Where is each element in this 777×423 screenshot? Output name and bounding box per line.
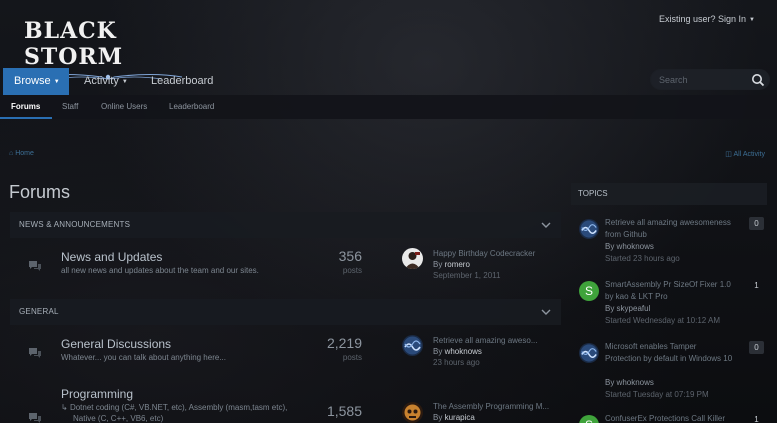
subforum-links[interactable]: Dotnet coding (C#, VB.NET, etc), Assembl… <box>70 403 287 412</box>
topic-title[interactable]: SmartAssembly Pr SizeOf Fixer 1.0 by kao… <box>605 279 733 303</box>
subnav-staff[interactable]: Staff <box>62 95 78 119</box>
subnav-online-users[interactable]: Online Users <box>101 95 147 119</box>
topic-started: Started Wednesday at 10:12 AM <box>605 316 721 325</box>
search-box <box>650 69 770 90</box>
category-label: GENERAL <box>19 307 59 316</box>
all-activity-link[interactable]: ◫ All Activity <box>725 150 765 158</box>
tab-browse-label: Browse <box>14 75 51 87</box>
reply-count-badge: 0 <box>749 217 764 230</box>
topic-title[interactable]: Microsoft enables Tamper Protection by d… <box>605 341 733 365</box>
breadcrumb[interactable]: ⌂ Home <box>9 150 34 157</box>
avatar[interactable]: S <box>579 415 599 423</box>
topic-title[interactable]: Retrieve all amazing awesomeness from Gi… <box>605 217 733 241</box>
tab-browse[interactable]: Browse ▼ <box>3 68 69 95</box>
topic-item: S ConfuserEx Protections Call Killer 1 <box>571 413 767 423</box>
forum-title[interactable]: Programming <box>61 387 133 401</box>
tab-activity-label: Activity <box>84 75 119 87</box>
author-link[interactable]: romero <box>445 260 470 269</box>
active-underline <box>0 117 52 119</box>
avatar[interactable] <box>402 248 423 269</box>
forum-description: all new news and updates about the team … <box>61 266 259 275</box>
tab-activity[interactable]: Activity ▼ <box>73 68 139 95</box>
subforum-arrow-icon: ↳ <box>61 403 68 412</box>
forum-row: News and Updates all new news and update… <box>10 240 561 298</box>
subforum-links-line-2[interactable]: Native (C, C++, VB6, etc) <box>73 413 163 423</box>
chevron-down-icon[interactable] <box>540 220 552 230</box>
sign-in-link[interactable]: Existing user? Sign In ▼ <box>659 14 755 24</box>
subnav-leaderboard[interactable]: Leaderboard <box>169 95 214 119</box>
site-logo[interactable]: BLACK STORM <box>24 18 192 80</box>
by-label: By <box>433 260 443 269</box>
chat-bubble-icon <box>29 261 41 271</box>
main-nav: Browse ▼ Activity ▼ Leaderboard <box>0 68 777 95</box>
last-post-title[interactable]: Happy Birthday Codecracker <box>433 249 535 258</box>
avatar[interactable] <box>579 343 599 363</box>
topic-author[interactable]: By skypeaful <box>605 304 650 313</box>
topic-started: Started 23 hours ago <box>605 254 680 263</box>
topic-item: S SmartAssembly Pr SizeOf Fixer 1.0 by k… <box>571 279 767 339</box>
breadcrumb-home: Home <box>15 150 34 157</box>
caret-down-icon: ▼ <box>53 79 60 85</box>
posts-label: posts <box>342 266 362 275</box>
sub-nav: Forums Staff Online Users Leaderboard <box>0 95 777 119</box>
category-header: GENERAL <box>10 299 561 325</box>
tab-leaderboard-label: Leaderboard <box>151 75 214 87</box>
subforum-list: ↳ Dotnet coding (C#, VB.NET, etc), Assem… <box>61 402 287 413</box>
avatar[interactable] <box>579 219 599 239</box>
logo-text: BLACK STORM <box>24 18 124 70</box>
topic-author[interactable]: By whoknows <box>605 242 654 251</box>
last-post-date: 23 hours ago <box>433 358 480 367</box>
post-count: 356 <box>338 248 362 264</box>
chat-bubble-icon <box>29 348 41 358</box>
posts-label: posts <box>342 353 362 362</box>
topics-sidebar: TOPICS Retrieve all amazing awesomeness … <box>571 183 767 423</box>
last-post-title[interactable]: The Assembly Programming M... <box>433 402 549 411</box>
last-post-author: By romero <box>433 260 470 269</box>
last-post-author: By kurapica <box>433 413 475 422</box>
by-label: By <box>433 413 443 422</box>
home-icon: ⌂ <box>9 150 14 157</box>
sidebar-title: TOPICS <box>571 183 767 205</box>
post-count: 2,219 <box>326 335 362 351</box>
topic-item: Retrieve all amazing awesomeness from Gi… <box>571 217 767 277</box>
chevron-down-icon[interactable] <box>540 307 552 317</box>
topic-item: Microsoft enables Tamper Protection by d… <box>571 341 767 401</box>
forum-row: General Discussions Whatever... you can … <box>10 327 561 385</box>
caret-down-icon: ▼ <box>121 79 128 85</box>
search-input[interactable] <box>659 73 749 87</box>
category-label: NEWS & ANNOUNCEMENTS <box>19 220 131 229</box>
tab-leaderboard[interactable]: Leaderboard <box>140 68 224 95</box>
sign-in-label: Existing user? Sign In <box>659 14 747 24</box>
author-link[interactable]: kurapica <box>445 413 475 422</box>
site-header: BLACK STORM Existing user? Sign In ▼ <box>0 0 777 80</box>
avatar[interactable] <box>402 402 423 423</box>
all-activity-label: All Activity <box>733 151 765 158</box>
last-post-date: September 1, 2011 <box>433 271 501 280</box>
reply-count-badge: 1 <box>754 281 759 290</box>
forum-row: Programming ↳ Dotnet coding (C#, VB.NET,… <box>10 385 561 423</box>
activity-icon: ◫ <box>725 151 732 158</box>
topic-title[interactable]: ConfuserEx Protections Call Killer <box>605 413 733 423</box>
forum-title[interactable]: News and Updates <box>61 250 162 264</box>
topic-started: Started Tuesday at 07:19 PM <box>605 390 709 399</box>
chat-bubble-icon <box>29 413 41 423</box>
forum-description: Whatever... you can talk about anything … <box>61 353 226 362</box>
author-link[interactable]: whoknows <box>445 347 482 356</box>
search-icon[interactable] <box>751 73 765 87</box>
by-label: By <box>433 347 443 356</box>
avatar[interactable]: S <box>579 281 599 301</box>
subnav-forums[interactable]: Forums <box>11 95 40 119</box>
topic-author[interactable]: By whoknows <box>605 378 654 387</box>
reply-count-badge: 0 <box>749 341 764 354</box>
reply-count-badge: 1 <box>754 415 759 423</box>
forum-title[interactable]: General Discussions <box>61 337 171 351</box>
page-title: Forums <box>9 182 71 202</box>
avatar[interactable] <box>402 335 423 356</box>
post-count: 1,585 <box>326 403 362 419</box>
last-post-title[interactable]: Retrieve all amazing aweso... <box>433 336 538 345</box>
last-post-author: By whoknows <box>433 347 482 356</box>
caret-down-icon: ▼ <box>749 17 755 23</box>
category-header: NEWS & ANNOUNCEMENTS <box>10 212 561 238</box>
